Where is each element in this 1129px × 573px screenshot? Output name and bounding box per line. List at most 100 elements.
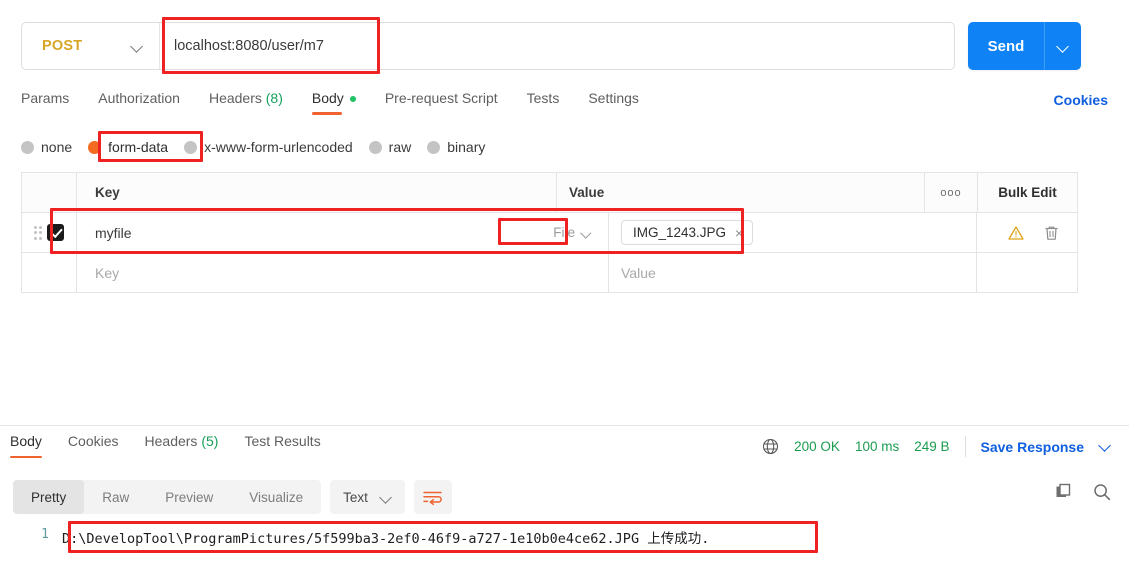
row-checkbox[interactable] — [47, 224, 65, 241]
request-tab-bar: Params Authorization Headers (8) Body Pr… — [0, 84, 1129, 120]
delete-row-icon[interactable] — [1044, 225, 1059, 241]
response-tools — [1055, 483, 1111, 501]
view-mode-label: Pretty — [31, 489, 67, 505]
body-type-x-www-form-urlencoded[interactable]: x-www-form-urlencoded — [184, 139, 353, 155]
response-tab-headers[interactable]: Headers (5) — [145, 433, 219, 458]
copy-icon[interactable] — [1055, 483, 1073, 501]
view-mode-pretty[interactable]: Pretty — [13, 480, 85, 514]
tab-label: Headers — [208, 89, 262, 106]
value-type-label: File — [553, 225, 575, 240]
radio-selected-icon — [88, 140, 102, 154]
tab-body[interactable]: Body — [311, 90, 356, 115]
tab-label: Authorization — [98, 89, 180, 106]
tab-authorization[interactable]: Authorization — [98, 90, 180, 115]
table-empty-row: Key Value — [22, 253, 1077, 293]
response-view-mode-group: Pretty Raw Preview Visualize — [13, 480, 322, 514]
tab-headers[interactable]: Headers (8) — [209, 90, 283, 115]
row-key-cell[interactable]: myfile File — [77, 213, 609, 252]
view-mode-label: Raw — [102, 489, 130, 505]
body-type-label: form-data — [108, 139, 169, 155]
word-wrap-icon — [423, 491, 443, 505]
body-type-raw[interactable]: raw — [368, 139, 412, 155]
key-input-value: myfile — [95, 224, 132, 241]
body-type-label: raw — [388, 139, 412, 155]
url-input-wrapper: POST localhost:8080/user/m7 — [21, 22, 955, 70]
response-headers-count: (5) — [201, 433, 219, 449]
response-divider — [0, 425, 1129, 426]
search-icon[interactable] — [1093, 483, 1111, 501]
empty-row-actions-cell — [977, 253, 1077, 292]
view-mode-visualize[interactable]: Visualize — [231, 480, 321, 514]
response-tab-bar: Body Cookies Headers (5) Test Results — [10, 433, 347, 458]
response-format-label: Text — [343, 489, 368, 505]
row-value-cell[interactable]: IMG_1243.JPG × — [609, 213, 977, 252]
warning-icon[interactable] — [1008, 225, 1024, 241]
tab-label: Settings — [588, 89, 639, 106]
cookies-link[interactable]: Cookies — [1054, 92, 1108, 108]
chevron-down-icon — [581, 227, 592, 238]
view-mode-label: Visualize — [249, 489, 304, 505]
tab-settings[interactable]: Settings — [588, 90, 639, 115]
empty-row-value-cell[interactable]: Value — [609, 253, 977, 292]
view-mode-preview[interactable]: Preview — [147, 480, 231, 514]
tab-pre-request-script[interactable]: Pre-request Script — [385, 90, 498, 115]
row-actions-cell — [977, 213, 1077, 252]
remove-file-icon[interactable]: × — [735, 226, 743, 240]
more-options-icon[interactable]: ooo — [940, 187, 961, 199]
save-response-options-button[interactable] — [1099, 438, 1111, 456]
column-header-key: Key — [95, 185, 120, 200]
chevron-down-icon — [380, 491, 392, 503]
response-size: 249 B — [914, 439, 950, 454]
body-type-form-data[interactable]: form-data — [88, 139, 168, 155]
url-input[interactable]: localhost:8080/user/m7 — [160, 23, 954, 69]
save-response-button[interactable]: Save Response — [981, 439, 1085, 455]
globe-icon[interactable] — [762, 438, 779, 455]
header-value-cell: Value — [557, 173, 925, 212]
response-body-toolbar: Pretty Raw Preview Visualize Text — [13, 480, 452, 514]
send-button-label: Send — [968, 22, 1045, 70]
response-body-text[interactable]: D:\DevelopTool\ProgramPictures/5f599ba3-… — [62, 521, 709, 547]
line-number: 1 — [41, 527, 49, 542]
value-type-selector[interactable]: File — [547, 221, 598, 244]
empty-row-handle-cell — [22, 253, 77, 292]
bulk-edit-button[interactable]: Bulk Edit — [998, 185, 1057, 200]
response-tab-cookies[interactable]: Cookies — [68, 433, 119, 458]
postman-window: POST localhost:8080/user/m7 Send Params … — [0, 0, 1129, 573]
chevron-down-icon — [1099, 439, 1111, 451]
tab-tests[interactable]: Tests — [527, 90, 560, 115]
bulk-edit-cell: Bulk Edit — [978, 173, 1077, 212]
empty-row-key-cell[interactable]: Key — [77, 253, 609, 292]
meta-divider — [964, 436, 966, 457]
header-handle-cell — [22, 173, 77, 212]
word-wrap-toggle[interactable] — [413, 480, 452, 514]
body-type-binary[interactable]: binary — [427, 139, 485, 155]
column-header-value: Value — [569, 185, 605, 200]
body-type-none[interactable]: none — [21, 139, 72, 155]
tab-label: Tests — [526, 89, 560, 106]
http-method-selector[interactable]: POST — [22, 23, 160, 69]
response-time: 100 ms — [854, 439, 900, 454]
radio-icon — [21, 140, 34, 154]
key-placeholder: Key — [95, 264, 120, 281]
tab-label: Test Results — [244, 433, 321, 449]
table-header-row: Key Value ooo Bulk Edit — [22, 173, 1077, 213]
tab-label: Pre-request Script — [384, 89, 498, 106]
view-mode-raw[interactable]: Raw — [84, 480, 147, 514]
response-tab-test-results[interactable]: Test Results — [244, 433, 320, 458]
tab-label: Body — [10, 433, 42, 449]
tab-label: Params — [21, 89, 70, 106]
url-text: localhost:8080/user/m7 — [174, 38, 324, 54]
view-mode-label: Preview — [165, 489, 214, 505]
tab-params[interactable]: Params — [21, 90, 69, 115]
body-type-label: none — [41, 139, 73, 155]
send-button[interactable]: Send — [968, 22, 1081, 70]
radio-icon — [184, 140, 198, 154]
response-tab-body[interactable]: Body — [10, 433, 42, 458]
chevron-down-icon — [1057, 40, 1069, 52]
radio-icon — [368, 140, 382, 154]
drag-handle-icon[interactable] — [33, 225, 43, 240]
tab-label: Headers — [144, 433, 198, 449]
row-handle-cell — [22, 213, 77, 252]
send-options-button[interactable] — [1045, 22, 1081, 70]
response-format-selector[interactable]: Text — [330, 480, 405, 514]
